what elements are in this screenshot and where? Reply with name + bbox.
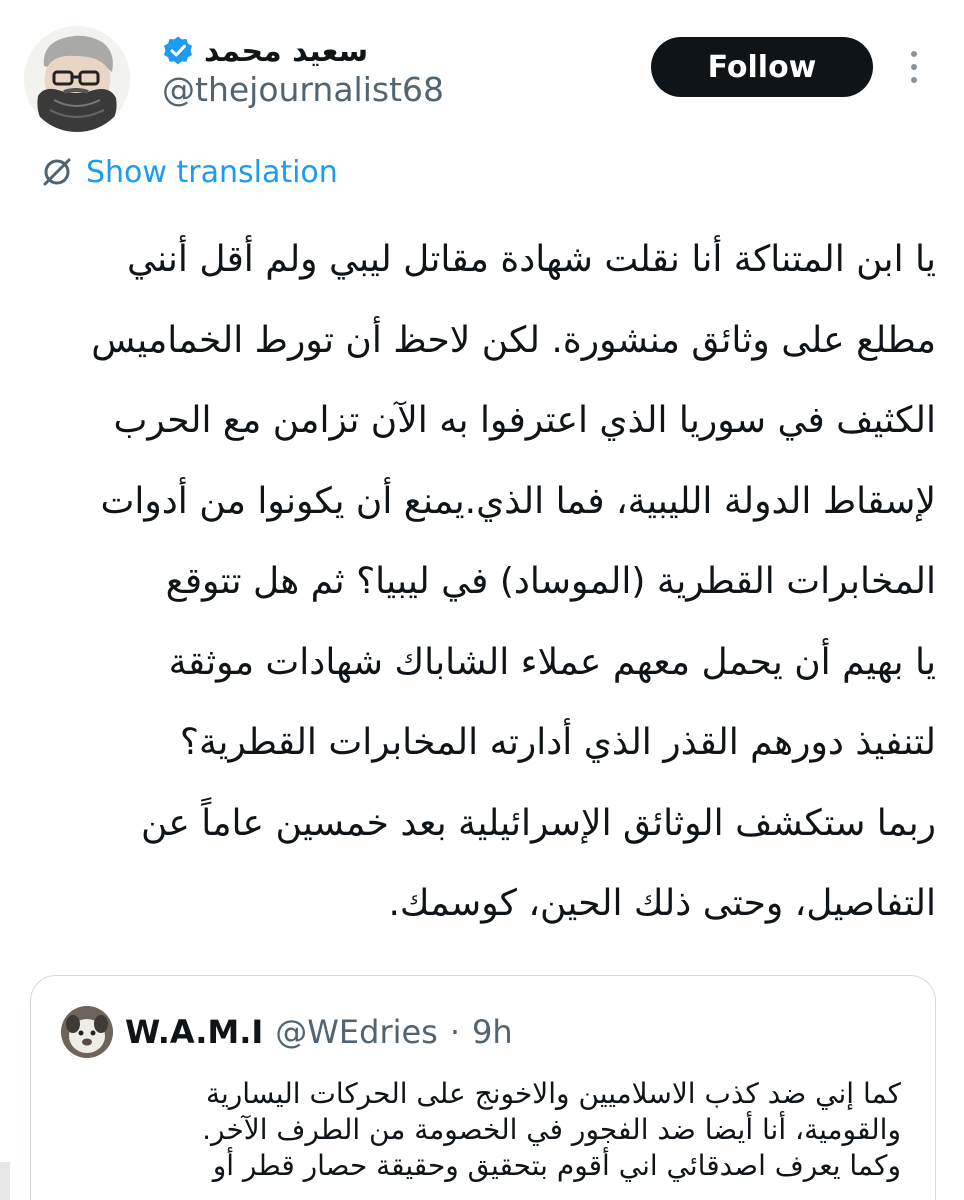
quoted-text: كما إني ضد كذب الاسلاميين والاخونج على ا… xyxy=(41,1076,901,1184)
quoted-author-name[interactable]: W.A.M.I xyxy=(125,1013,263,1051)
tweet-line: يا ابن المتناكة أنا نقلت شهادة مقاتل ليب… xyxy=(127,239,936,280)
author-display-name: سعيد محمد xyxy=(204,33,369,69)
scrollbar-edge[interactable] xyxy=(0,1162,10,1200)
quoted-author-avatar[interactable] xyxy=(61,1006,113,1058)
tweet-line: التفاصيل، وحتى ذلك الحين، كوسمك. xyxy=(388,883,936,924)
tweet-text: يا ابن المتناكة أنا نقلت شهادة مقاتل ليب… xyxy=(40,220,936,945)
quoted-line: كما إني ضد كذب الاسلاميين والاخونج على ا… xyxy=(205,1077,901,1110)
author-avatar[interactable] xyxy=(24,26,130,132)
tweet-line: المخابرات القطرية (الموساد) في ليبيا؟ ثم… xyxy=(165,561,936,602)
more-vertical-icon[interactable] xyxy=(898,44,930,90)
tweet-line: لتنفيذ دورهم القذر الذي أدارته المخابرات… xyxy=(179,722,936,763)
author-name-row[interactable]: سعيد محمد xyxy=(162,26,368,76)
tweet-line: لإسقاط الدولة الليبية، فما الذي.يمنع أن … xyxy=(100,480,936,522)
verified-badge-icon xyxy=(162,35,194,67)
quoted-author-handle[interactable]: @WEdries xyxy=(275,1013,438,1051)
quoted-timestamp[interactable]: 9h xyxy=(472,1013,513,1051)
follow-button[interactable]: Follow xyxy=(651,37,873,97)
tweet-line: يا بهيم أن يحمل معهم عملاء الشاباك شهادا… xyxy=(168,641,936,683)
quoted-header: W.A.M.I @WEdries · 9h xyxy=(125,1006,513,1058)
dog-avatar-icon xyxy=(61,1006,113,1058)
author-handle[interactable]: @thejournalist68 xyxy=(162,70,444,109)
tweet-line: الكثيف في سوريا الذي اعترفوا به الآن تزا… xyxy=(113,400,936,441)
quoted-tweet[interactable]: W.A.M.I @WEdries · 9h كما إني ضد كذب الا… xyxy=(30,975,936,1200)
quoted-line: وكما يعرف اصدقائي اني أقوم بتحقيق وحقيقة… xyxy=(212,1149,901,1182)
quoted-separator: · xyxy=(449,1013,461,1051)
quoted-line: والقومية، أنا أيضا ضد الفجور في الخصومة … xyxy=(202,1113,901,1146)
tweet-card: سعيد محمد @thejournalist68 Follow Show t… xyxy=(0,0,964,1200)
translation-label: Show translation xyxy=(86,154,338,190)
tweet-line: ربما ستكشف الوثائق الإسرائيلية بعد خمسين… xyxy=(140,802,936,844)
tweet-line: مطلع على وثائق منشورة. لكن لاحظ أن تورط … xyxy=(91,319,936,361)
translate-icon xyxy=(43,158,71,186)
avatar-portrait-icon xyxy=(24,26,130,132)
show-translation-link[interactable]: Show translation xyxy=(40,150,338,194)
